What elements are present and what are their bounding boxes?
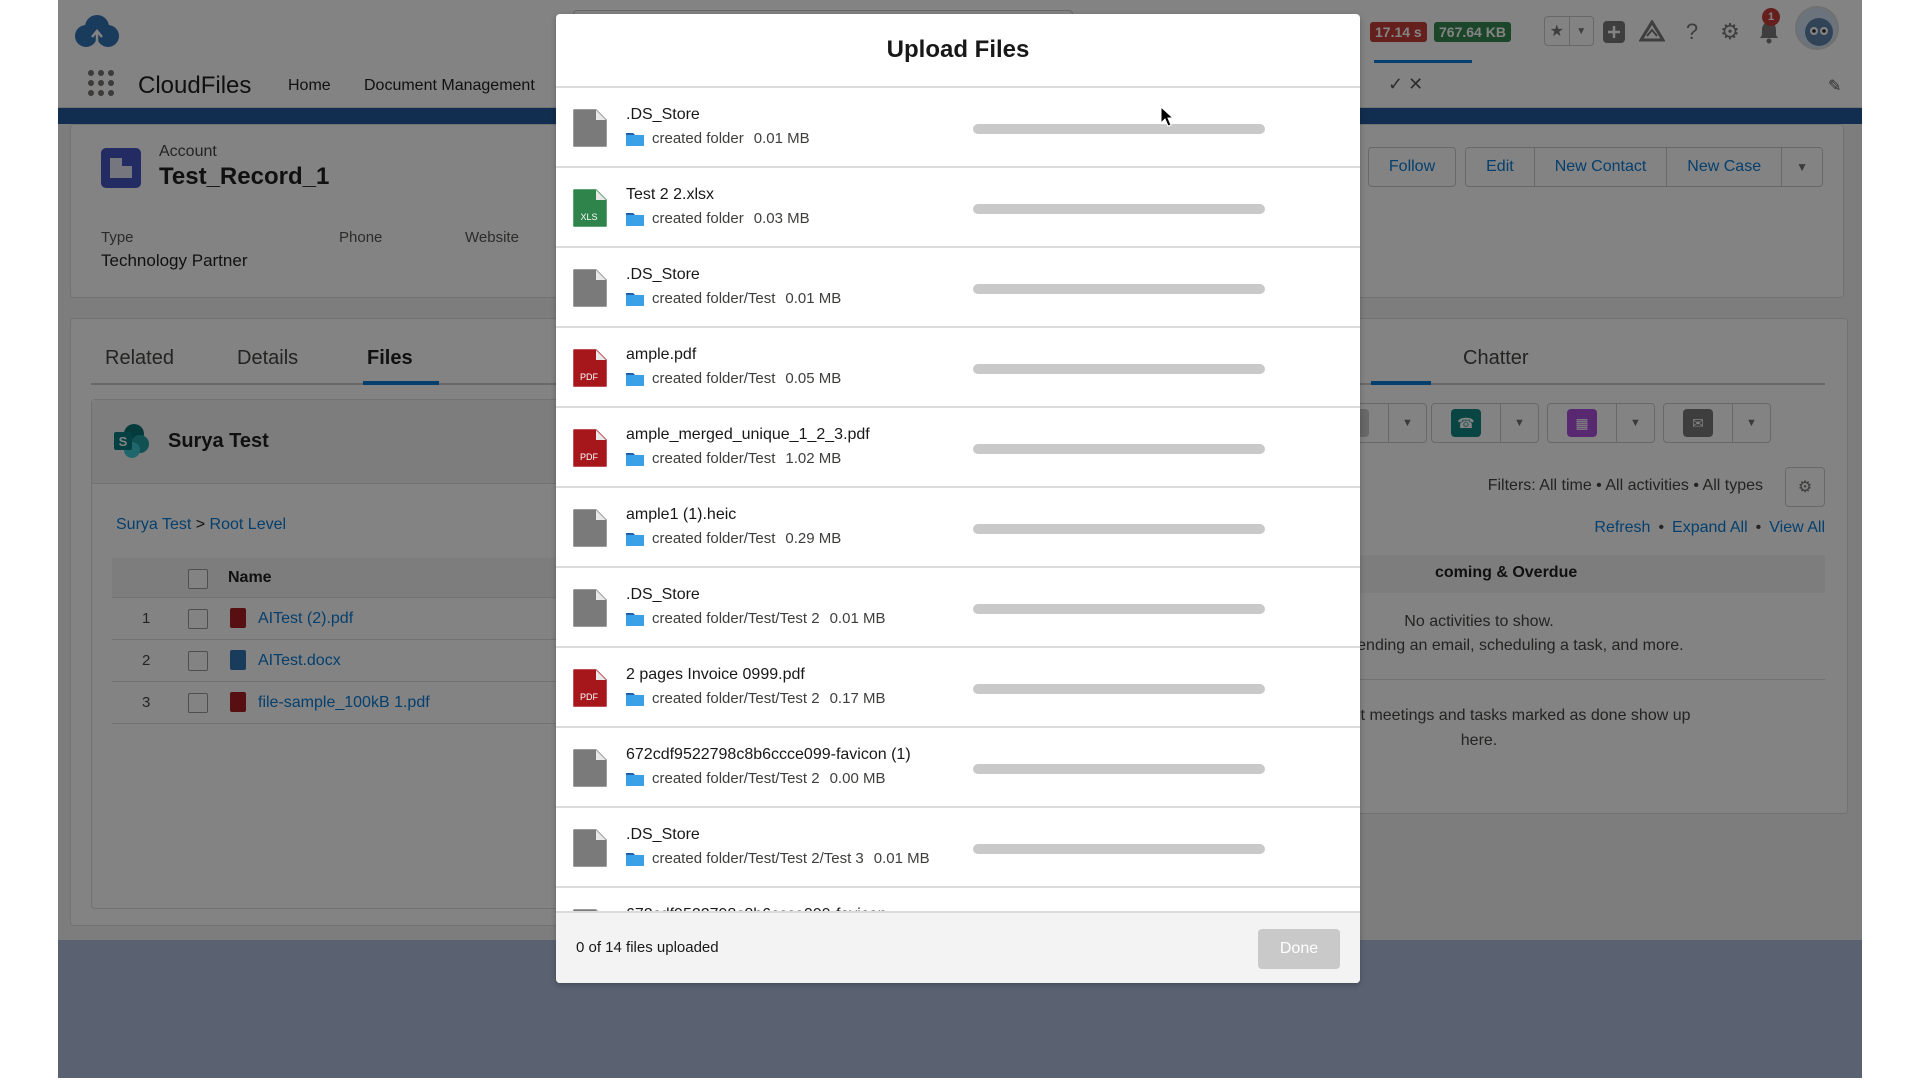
upload-status-text: 0 of 14 files uploaded xyxy=(576,939,719,956)
upload-file-name: Test 2 2.xlsx xyxy=(626,186,715,203)
svg-text:PDF: PDF xyxy=(580,452,599,462)
upload-destination-folder: created folder/Test/Test 2 xyxy=(652,610,820,627)
upload-destination-folder: created folder/Test xyxy=(652,450,776,467)
upload-progress-bar xyxy=(973,764,1265,774)
upload-destination-folder: created folder xyxy=(652,210,744,227)
svg-text:PDF: PDF xyxy=(580,692,599,702)
upload-destination-folder: created folder/Test xyxy=(652,530,776,547)
upload-destination-folder: created folder xyxy=(652,130,744,147)
upload-file-row: ample1 (1).heic created folder/Test 0.29 M… xyxy=(556,488,1360,568)
upload-file-size: 0.01 MB xyxy=(873,850,930,867)
upload-file-list[interactable]: .DS_Store created folder 0.01 MB XLS Test 2 … xyxy=(556,88,1360,911)
folder-icon xyxy=(626,452,644,466)
upload-file-meta: created folder/Test 1.02 MB xyxy=(626,450,841,467)
upload-file-size: 0.03 MB xyxy=(753,210,810,227)
upload-file-name: .DS_Store xyxy=(626,826,700,843)
upload-progress-bar xyxy=(973,364,1265,374)
modal-header: Upload Files xyxy=(556,14,1360,88)
upload-file-size: 0.17 MB xyxy=(829,690,886,707)
upload-file-size: 0.00 MB xyxy=(829,770,886,787)
folder-icon xyxy=(626,372,644,386)
upload-file-meta: created folder/Test/Test 2 0.01 MB xyxy=(626,610,885,627)
upload-file-row: XLS Test 2 2.xlsx created folder 0.03 MB xyxy=(556,168,1360,248)
modal-footer: 0 of 14 files uploaded Done xyxy=(556,911,1360,983)
generic-file-icon xyxy=(573,509,607,547)
upload-file-meta: created folder/Test 0.29 MB xyxy=(626,530,841,547)
folder-icon xyxy=(626,692,644,706)
upload-file-meta: created folder 0.01 MB xyxy=(626,130,810,147)
excel-file-icon: XLS xyxy=(573,189,607,227)
folder-icon xyxy=(626,612,644,626)
upload-file-meta: created folder/Test 0.01 MB xyxy=(626,290,841,307)
upload-file-row: PDF ample_merged_unique_1_2_3.pdfcreated … xyxy=(556,408,1360,488)
upload-destination-folder: created folder/Test/Test 2 xyxy=(652,690,820,707)
generic-file-icon xyxy=(573,749,607,787)
folder-icon xyxy=(626,532,644,546)
upload-files-modal: Upload Files .DS_Store created folder 0.01… xyxy=(556,14,1360,983)
upload-file-row: 672cdf9522798c8b6ccce099-favicon xyxy=(556,888,1360,911)
upload-file-meta: created folder 0.03 MB xyxy=(626,210,810,227)
upload-file-meta: created folder/Test/Test 2 0.00 MB xyxy=(626,770,885,787)
pdf-file-icon: PDF xyxy=(573,429,607,467)
folder-icon xyxy=(626,772,644,786)
upload-file-name: 672cdf9522798c8b6ccce099-favicon (1) xyxy=(626,746,911,763)
pdf-file-icon: PDF xyxy=(573,669,607,707)
upload-progress-bar xyxy=(973,684,1265,694)
folder-icon xyxy=(626,212,644,226)
generic-file-icon xyxy=(573,269,607,307)
upload-file-row: .DS_Storecreated folder/Test/Test 2/Test… xyxy=(556,808,1360,888)
upload-file-meta: created folder/Test 0.05 MB xyxy=(626,370,841,387)
upload-progress-bar xyxy=(973,284,1265,294)
upload-file-name: ample.pdf xyxy=(626,346,697,363)
upload-file-size: 0.05 MB xyxy=(785,370,842,387)
modal-title: Upload Files xyxy=(886,36,1030,63)
generic-file-icon xyxy=(573,589,607,627)
upload-file-name: .DS_Store xyxy=(626,586,700,603)
generic-file-icon xyxy=(573,829,607,867)
mouse-cursor-icon xyxy=(1160,106,1174,127)
upload-progress-bar xyxy=(973,444,1265,454)
upload-destination-folder: created folder/Test/Test 2/Test 3 xyxy=(652,850,864,867)
folder-icon xyxy=(626,852,644,866)
upload-file-meta: created folder/Test/Test 2/Test 3 0.01 MB xyxy=(626,850,930,867)
upload-progress-bar xyxy=(973,124,1265,134)
upload-destination-folder: created folder/Test xyxy=(652,290,776,307)
upload-file-size: 0.01 MB xyxy=(785,290,842,307)
folder-icon xyxy=(626,292,644,306)
upload-file-name: 2 pages Invoice 0999.pdf xyxy=(626,666,805,683)
folder-icon xyxy=(626,132,644,146)
upload-file-meta: created folder/Test/Test 2 0.17 MB xyxy=(626,690,885,707)
upload-file-name: .DS_Store xyxy=(626,266,700,283)
upload-destination-folder: created folder/Test/Test 2 xyxy=(652,770,820,787)
svg-text:XLS: XLS xyxy=(580,212,597,222)
upload-file-size: 0.29 MB xyxy=(785,530,842,547)
done-button[interactable]: Done xyxy=(1258,929,1340,969)
pdf-file-icon: PDF xyxy=(573,349,607,387)
upload-file-row: .DS_Storecreated folder 0.01 MB xyxy=(556,88,1360,168)
generic-file-icon xyxy=(573,109,607,147)
upload-file-size: 0.01 MB xyxy=(829,610,886,627)
upload-file-row: .DS_Storecreated folder/Test 0.01 MB xyxy=(556,248,1360,328)
upload-progress-bar xyxy=(973,524,1265,534)
upload-file-row: 672cdf9522798c8b6ccce099-favicon (1) crea… xyxy=(556,728,1360,808)
upload-file-name: .DS_Store xyxy=(626,106,700,123)
upload-destination-folder: created folder/Test xyxy=(652,370,776,387)
upload-progress-bar xyxy=(973,844,1265,854)
upload-file-size: 1.02 MB xyxy=(785,450,842,467)
svg-text:PDF: PDF xyxy=(580,372,599,382)
upload-file-row: PDF ample.pdf created folder/Test 0.05 MB xyxy=(556,328,1360,408)
upload-progress-bar xyxy=(973,204,1265,214)
upload-progress-bar xyxy=(973,604,1265,614)
upload-file-row: PDF 2 pages Invoice 0999.pdf created folde… xyxy=(556,648,1360,728)
upload-file-name: ample1 (1).heic xyxy=(626,506,737,523)
upload-file-size: 0.01 MB xyxy=(753,130,810,147)
upload-file-name: ample_merged_unique_1_2_3.pdf xyxy=(626,426,870,443)
upload-file-row: .DS_Storecreated folder/Test/Test 2 0.01 … xyxy=(556,568,1360,648)
